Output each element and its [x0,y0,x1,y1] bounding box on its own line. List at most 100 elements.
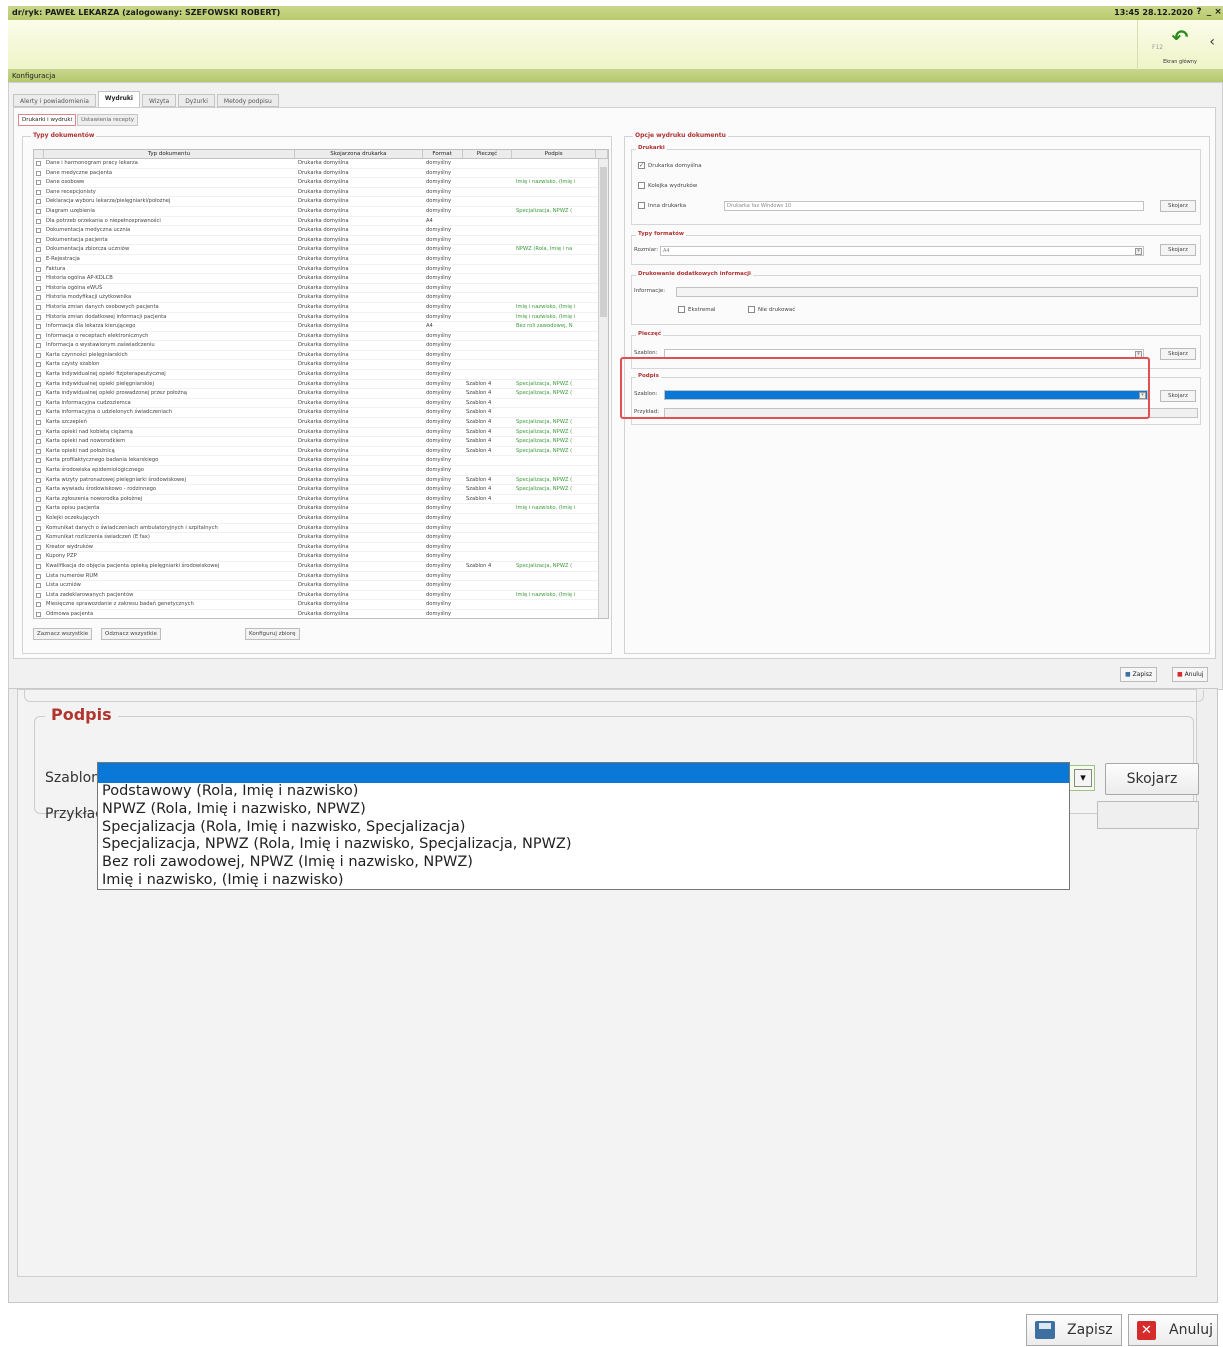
subtab-prescription[interactable]: Ustawienia recepty [77,114,138,126]
row-checkbox[interactable] [34,255,44,264]
row-checkbox[interactable] [34,418,44,427]
table-row[interactable]: Dane recepcjonisty Drukarka domyślna domyś… [34,188,608,198]
table-row[interactable]: Dane medyczne pacjenta Drukarka domyślna d… [34,169,608,179]
checkbox[interactable] [36,477,41,483]
template-dropdown-list[interactable]: Podstawowy (Rola, Imię i nazwisko) NPWZ … [97,762,1070,890]
table-row[interactable]: Historia ogólna AP-KDLCB Drukarka domyśln… [34,274,608,284]
row-checkbox[interactable] [34,572,44,581]
dropdown-option[interactable]: NPWZ (Rola, Imię i nazwisko, NPWZ) [98,801,1069,819]
checkbox[interactable] [36,420,41,426]
checkbox[interactable] [36,544,41,550]
checkbox[interactable] [36,266,41,272]
table-row[interactable]: E-Rejestracja Drukarka domyślna domyślny [34,255,608,265]
row-checkbox[interactable] [34,284,44,293]
row-checkbox[interactable] [34,303,44,312]
checkbox[interactable] [36,381,41,387]
table-row[interactable]: Kupony PZP Drukarka domyślna domyślny [34,552,608,562]
configure-button[interactable]: Konfiguruj zbiorę [245,628,300,640]
printer-associate-button[interactable]: Skojarz [1160,200,1196,212]
table-row[interactable]: Karta opieki nad położnicą Drukarka domyś… [34,447,608,457]
row-checkbox[interactable] [34,514,44,523]
row-checkbox[interactable] [34,313,44,322]
row-checkbox[interactable] [34,380,44,389]
row-checkbox[interactable] [34,274,44,283]
mini-save-button[interactable]: ■ Zapisz [1120,667,1158,682]
row-checkbox[interactable] [34,197,44,206]
row-checkbox[interactable] [34,236,44,245]
checkbox[interactable] [36,611,41,617]
checkbox[interactable] [36,161,41,166]
chevron-left-icon[interactable]: ‹ [1209,34,1215,50]
minimize-button[interactable]: _ [1205,7,1213,18]
table-row[interactable]: Lista numerów RUM Drukarka domyślna domyśl… [34,572,608,582]
table-row[interactable]: Dokumentacja pacjenta Drukarka domyślna do… [34,236,608,246]
table-row[interactable]: Kreator wydruków Drukarka domyślna domyśln… [34,543,608,553]
table-row[interactable]: Faktura Drukarka domyślna domyślny [34,265,608,275]
table-row[interactable]: Informacja o wystawionym zaświadczeniu Dr… [34,341,608,351]
table-row[interactable]: Karta indywidualnej opieki fizjoterapeut… [34,370,608,380]
extra-cb1[interactable]: Ekstremal [678,306,715,313]
row-checkbox[interactable] [34,600,44,609]
row-checkbox[interactable] [34,495,44,504]
checkbox[interactable] [36,583,41,589]
dropdown-option[interactable]: Specjalizacja, NPWZ (Rola, Imię i nazwis… [98,836,1069,854]
associate-button[interactable]: Skojarz [1105,763,1199,795]
row-checkbox[interactable] [34,332,44,341]
checkbox[interactable] [36,324,41,330]
table-row[interactable]: Karta opisu pacjenta Drukarka domyślna dom… [34,504,608,514]
checkbox[interactable] [36,295,41,301]
tab-visit[interactable]: Wizyta [141,94,177,107]
deselect-all-button[interactable]: Odznacz wszystkie [101,628,161,640]
row-checkbox[interactable] [34,389,44,398]
checkbox[interactable] [36,372,41,378]
row-checkbox[interactable] [34,217,44,226]
row-checkbox[interactable] [34,533,44,542]
row-checkbox[interactable] [34,447,44,456]
tab-sign-methods[interactable]: Metody podpisu [216,94,279,107]
checkbox[interactable] [36,448,41,454]
checkbox[interactable] [36,237,41,243]
table-row[interactable]: Kolejki oczekujących Drukarka domyślna dom… [34,514,608,524]
table-row[interactable]: Diagram uzębienia Drukarka domyślna domyśl… [34,207,608,217]
table-row[interactable]: Karta szczepień Drukarka domyślna domyślny… [34,418,608,428]
checkbox[interactable] [36,410,41,416]
checkbox[interactable] [36,228,41,234]
checkbox[interactable] [36,247,41,253]
table-row[interactable]: Karta zgłoszenia noworodka położnej Druka… [34,495,608,505]
table-row[interactable]: Dane i harmonogram pracy lekarza Drukarka… [34,159,608,169]
checkbox[interactable] [36,439,41,445]
checkbox[interactable] [36,487,41,493]
row-checkbox[interactable] [34,476,44,485]
dropdown-option[interactable]: Imię i nazwisko, (Imię i nazwisko) [98,872,1069,890]
row-checkbox[interactable] [34,245,44,254]
table-row[interactable]: Deklaracja wyboru lekarza/pielęgniarki/p… [34,197,608,207]
checkbox[interactable] [36,314,41,320]
row-checkbox[interactable] [34,293,44,302]
table-row[interactable]: Miesięczne sprawozdanie z zakresu badań … [34,600,608,610]
table-row[interactable]: Odmowa pacjenta Drukarka domyślna domyślny [34,610,608,618]
stamp-associate-button[interactable]: Skojarz [1160,348,1196,360]
checkbox[interactable] [36,515,41,521]
table-row[interactable]: Kwalifikacja do objęcia pacjenta opieką … [34,562,608,572]
row-checkbox[interactable] [34,581,44,590]
cancel-button[interactable]: ✕ Anuluj [1128,1314,1218,1346]
table-row[interactable]: Karta czynności pielęgniarskich Drukarka … [34,351,608,361]
checkbox[interactable] [36,352,41,358]
table-row[interactable]: Komunikat danych o świadczeniach ambulat… [34,524,608,534]
table-row[interactable]: Karta opieki nad kobietą ciężarną Drukark… [34,428,608,438]
row-checkbox[interactable] [34,265,44,274]
table-row[interactable]: Karta wywiadu środowiskowo - rodzinnego D… [34,485,608,495]
table-scrollbar[interactable] [598,159,608,618]
extra-cb2[interactable]: Nie drukować [748,306,795,313]
row-checkbox[interactable] [34,562,44,571]
format-associate-button[interactable]: Skojarz [1160,244,1196,256]
row-checkbox[interactable] [34,159,44,168]
row-checkbox[interactable] [34,524,44,533]
row-checkbox[interactable] [34,456,44,465]
row-checkbox[interactable] [34,552,44,561]
dropdown-option[interactable]: Bez roli zawodowej, NPWZ (Imię i nazwisk… [98,854,1069,872]
row-checkbox[interactable] [34,591,44,600]
subtab-printers[interactable]: Drukarki i wydruki [18,114,77,126]
table-row[interactable]: Historia ogólna eWUŚ Drukarka domyślna dom… [34,284,608,294]
header-format[interactable]: Format [423,150,463,158]
